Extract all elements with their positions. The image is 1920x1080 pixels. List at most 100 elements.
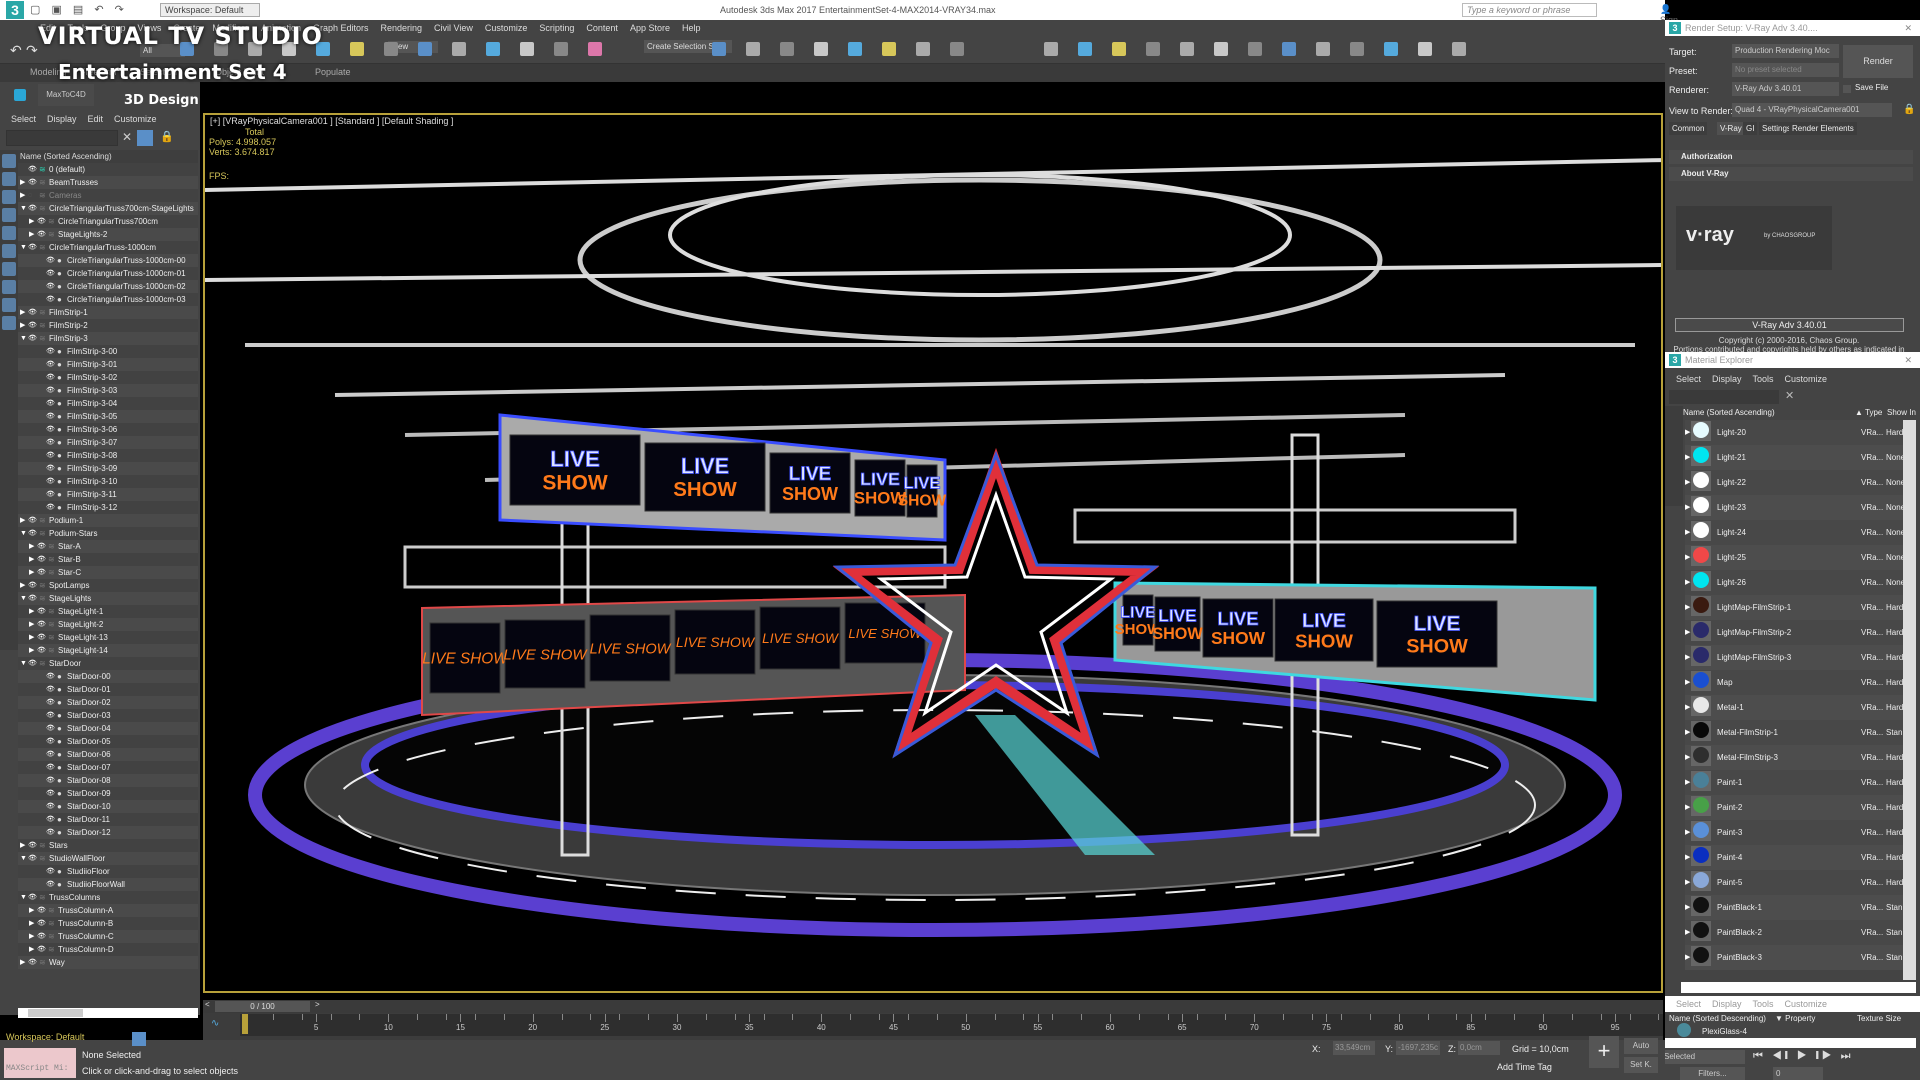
visibility-eye-icon[interactable]: 👁 [46,670,55,683]
material-row[interactable]: ▶ Metal-FilmStrip-1 VRa... Stan [1685,720,1903,745]
collapse-arrow-icon[interactable]: ▼ [20,527,27,540]
lower-col-property[interactable]: ▼ Property [1775,1014,1815,1023]
visibility-eye-icon[interactable]: 👁 [46,267,55,280]
snaps-icon[interactable] [520,42,534,56]
visibility-eye-icon[interactable]: 👁 [37,540,46,553]
visibility-eye-icon[interactable]: 👁 [46,436,55,449]
select-manipulate-icon[interactable] [452,42,466,56]
scene-tree-row[interactable]: 👁 ● StudiioFloorWall [18,878,198,891]
percent-snap-icon[interactable] [588,42,602,56]
viewport-label-menu[interactable]: [+] [VRayPhysicalCamera001 ] [Standard ]… [210,116,453,126]
toggle-ribbon-icon[interactable] [882,42,896,56]
visibility-eye-icon[interactable]: 👁 [28,319,37,332]
material-row[interactable]: ▶ PaintBlack-1 VRa... Stan [1685,895,1903,920]
visibility-eye-icon[interactable]: 👁 [46,761,55,774]
vray-light-icon[interactable] [1282,42,1296,56]
scene-tree-row[interactable]: ▶ 👁 ≋ StageLight-1 [18,605,198,618]
scene-tree-row[interactable]: 👁 ● StarDoor-08 [18,774,198,787]
scene-tree-row[interactable]: ▶ 👁 ≋ StageLight-14 [18,644,198,657]
rendered-frame-icon[interactable] [1112,42,1126,56]
material-menu-display[interactable]: Display [1712,370,1742,388]
expand-arrow-icon[interactable]: ▶ [1685,528,1690,536]
material-vertical-scrollbar[interactable] [1903,420,1916,980]
menu-content[interactable]: Content [586,20,618,36]
collapse-arrow-icon[interactable]: ▼ [20,891,27,904]
material-row[interactable]: ▶ Paint-4 VRa... Hard [1685,845,1903,870]
track-bar[interactable]: 05101520253035404550556065707580859095 [240,1014,1663,1036]
target-dropdown[interactable]: Production Rendering Moc [1732,44,1839,58]
visibility-eye-icon[interactable]: 👁 [28,657,37,670]
menu-civil-view[interactable]: Civil View [434,20,473,36]
scene-tree-row[interactable]: 👁 ● StarDoor-01 [18,683,198,696]
app-logo-icon[interactable]: 3 [6,1,24,19]
render-iterative-icon[interactable] [1180,42,1194,56]
scene-tree-row[interactable]: 👁 ● StarDoor-07 [18,761,198,774]
scene-tree-row[interactable]: 👁 ● StarDoor-10 [18,800,198,813]
quick-access-toolbar[interactable]: ▢ ▣ ▤ ↶ ↷ [30,3,128,16]
scene-tree-row[interactable]: 👁 ● FilmStrip-3-05 [18,410,198,423]
spinner-snap-icon[interactable] [712,42,726,56]
scene-tree-row[interactable]: 👁 ≋ 0 (default) [18,163,198,176]
visibility-eye-icon[interactable]: 👁 [46,462,55,475]
maxtoc4d-icon[interactable] [14,89,26,101]
material-lower-menu-tools[interactable]: Tools [1753,996,1774,1012]
scene-tree-row[interactable]: 👁 ● StudiioFloor [18,865,198,878]
expand-arrow-icon[interactable]: ▶ [29,644,34,657]
scene-tree-row[interactable]: 👁 ● FilmStrip-3-12 [18,501,198,514]
preset-dropdown[interactable]: No preset selected [1732,63,1839,77]
visibility-eye-icon[interactable]: 👁 [28,839,37,852]
visibility-eye-icon[interactable]: 👁 [28,514,37,527]
expand-arrow-icon[interactable]: ▶ [1685,603,1690,611]
scene-tree-row[interactable]: ▶ 👁 ≋ StageLight-2 [18,618,198,631]
material-horizontal-scrollbar[interactable] [1681,982,1916,993]
visibility-eye-icon[interactable]: 👁 [28,579,37,592]
vray-material-icon[interactable] [1452,42,1466,56]
visibility-eye-icon[interactable]: 👁 [46,709,55,722]
scene-horizontal-scrollbar[interactable] [18,1008,198,1018]
lock-icon[interactable]: 🔒 [160,130,174,143]
visibility-eye-icon[interactable]: 👁 [37,917,46,930]
visibility-eye-icon[interactable]: 👁 [46,280,55,293]
material-row[interactable]: ▶ Paint-1 VRa... Hard [1685,770,1903,795]
scene-tree-row[interactable]: ▼ 👁 ≋ StudioWallFloor [18,852,198,865]
maxtoc4d-button[interactable]: MaxToC4D [38,84,94,106]
visibility-eye-icon[interactable]: 👁 [37,943,46,956]
visibility-eye-icon[interactable]: 👁 [46,397,55,410]
material-row[interactable]: ▶ LightMap-FilmStrip-1 VRa... Hard [1685,595,1903,620]
lower-col-texture[interactable]: Texture Size [1857,1014,1901,1023]
scene-tree-row[interactable]: ▶ 👁 ≋ Stars [18,839,198,852]
scene-tree-row[interactable]: 👁 ● FilmStrip-3-09 [18,462,198,475]
material-row[interactable]: ▶ PaintBlack-3 VRa... Stan [1685,945,1903,970]
curve-editor-icon[interactable] [916,42,930,56]
expand-arrow-icon[interactable]: ▶ [1685,478,1690,486]
expand-arrow-icon[interactable]: ▶ [29,904,34,917]
expand-arrow-icon[interactable]: ▶ [1685,903,1690,911]
visibility-eye-icon[interactable]: 👁 [46,501,55,514]
visibility-eye-icon[interactable]: 👁 [46,696,55,709]
expand-arrow-icon[interactable]: ▶ [29,618,34,631]
clear-filter-icon[interactable]: ✕ [122,130,132,144]
scene-tree-row[interactable]: 👁 ● StarDoor-11 [18,813,198,826]
visibility-eye-icon[interactable]: 👁 [46,683,55,696]
visibility-eye-icon[interactable]: 👁 [28,176,37,189]
material-col-name[interactable]: Name (Sorted Ascending) [1683,408,1775,417]
expand-arrow-icon[interactable]: ▶ [20,839,25,852]
scene-tree-row[interactable]: ▶ 👁 ≋ TrussColumn-A [18,904,198,917]
collapse-arrow-icon[interactable]: ▼ [20,332,27,345]
schematic-icon[interactable] [950,42,964,56]
visibility-eye-icon[interactable]: 👁 [46,826,55,839]
renderer-dropdown[interactable]: V-Ray Adv 3.40.01 [1732,82,1839,96]
scene-tree-row[interactable]: 👁 ● FilmStrip-3-01 [18,358,198,371]
scene-tree-row[interactable]: ▼ 👁 ≋ TrussColumns [18,891,198,904]
expand-arrow-icon[interactable]: ▶ [1685,553,1690,561]
material-editor-icon[interactable] [1044,42,1058,56]
scene-tree-row[interactable]: 👁 ● StarDoor-06 [18,748,198,761]
set-key-button[interactable]: Set K. [1624,1057,1658,1073]
scene-tree-row[interactable]: 👁 ● FilmStrip-3-10 [18,475,198,488]
expand-arrow-icon[interactable]: ▶ [1685,803,1690,811]
select-rotate-icon[interactable] [350,42,364,56]
clear-filter-icon[interactable]: ✕ [1785,389,1794,402]
scene-tree-row[interactable]: ▶ 👁 ≋ Star-B [18,553,198,566]
material-row[interactable]: ▶ Metal-FilmStrip-3 VRa... Hard [1685,745,1903,770]
angle-snap-icon[interactable] [554,42,568,56]
